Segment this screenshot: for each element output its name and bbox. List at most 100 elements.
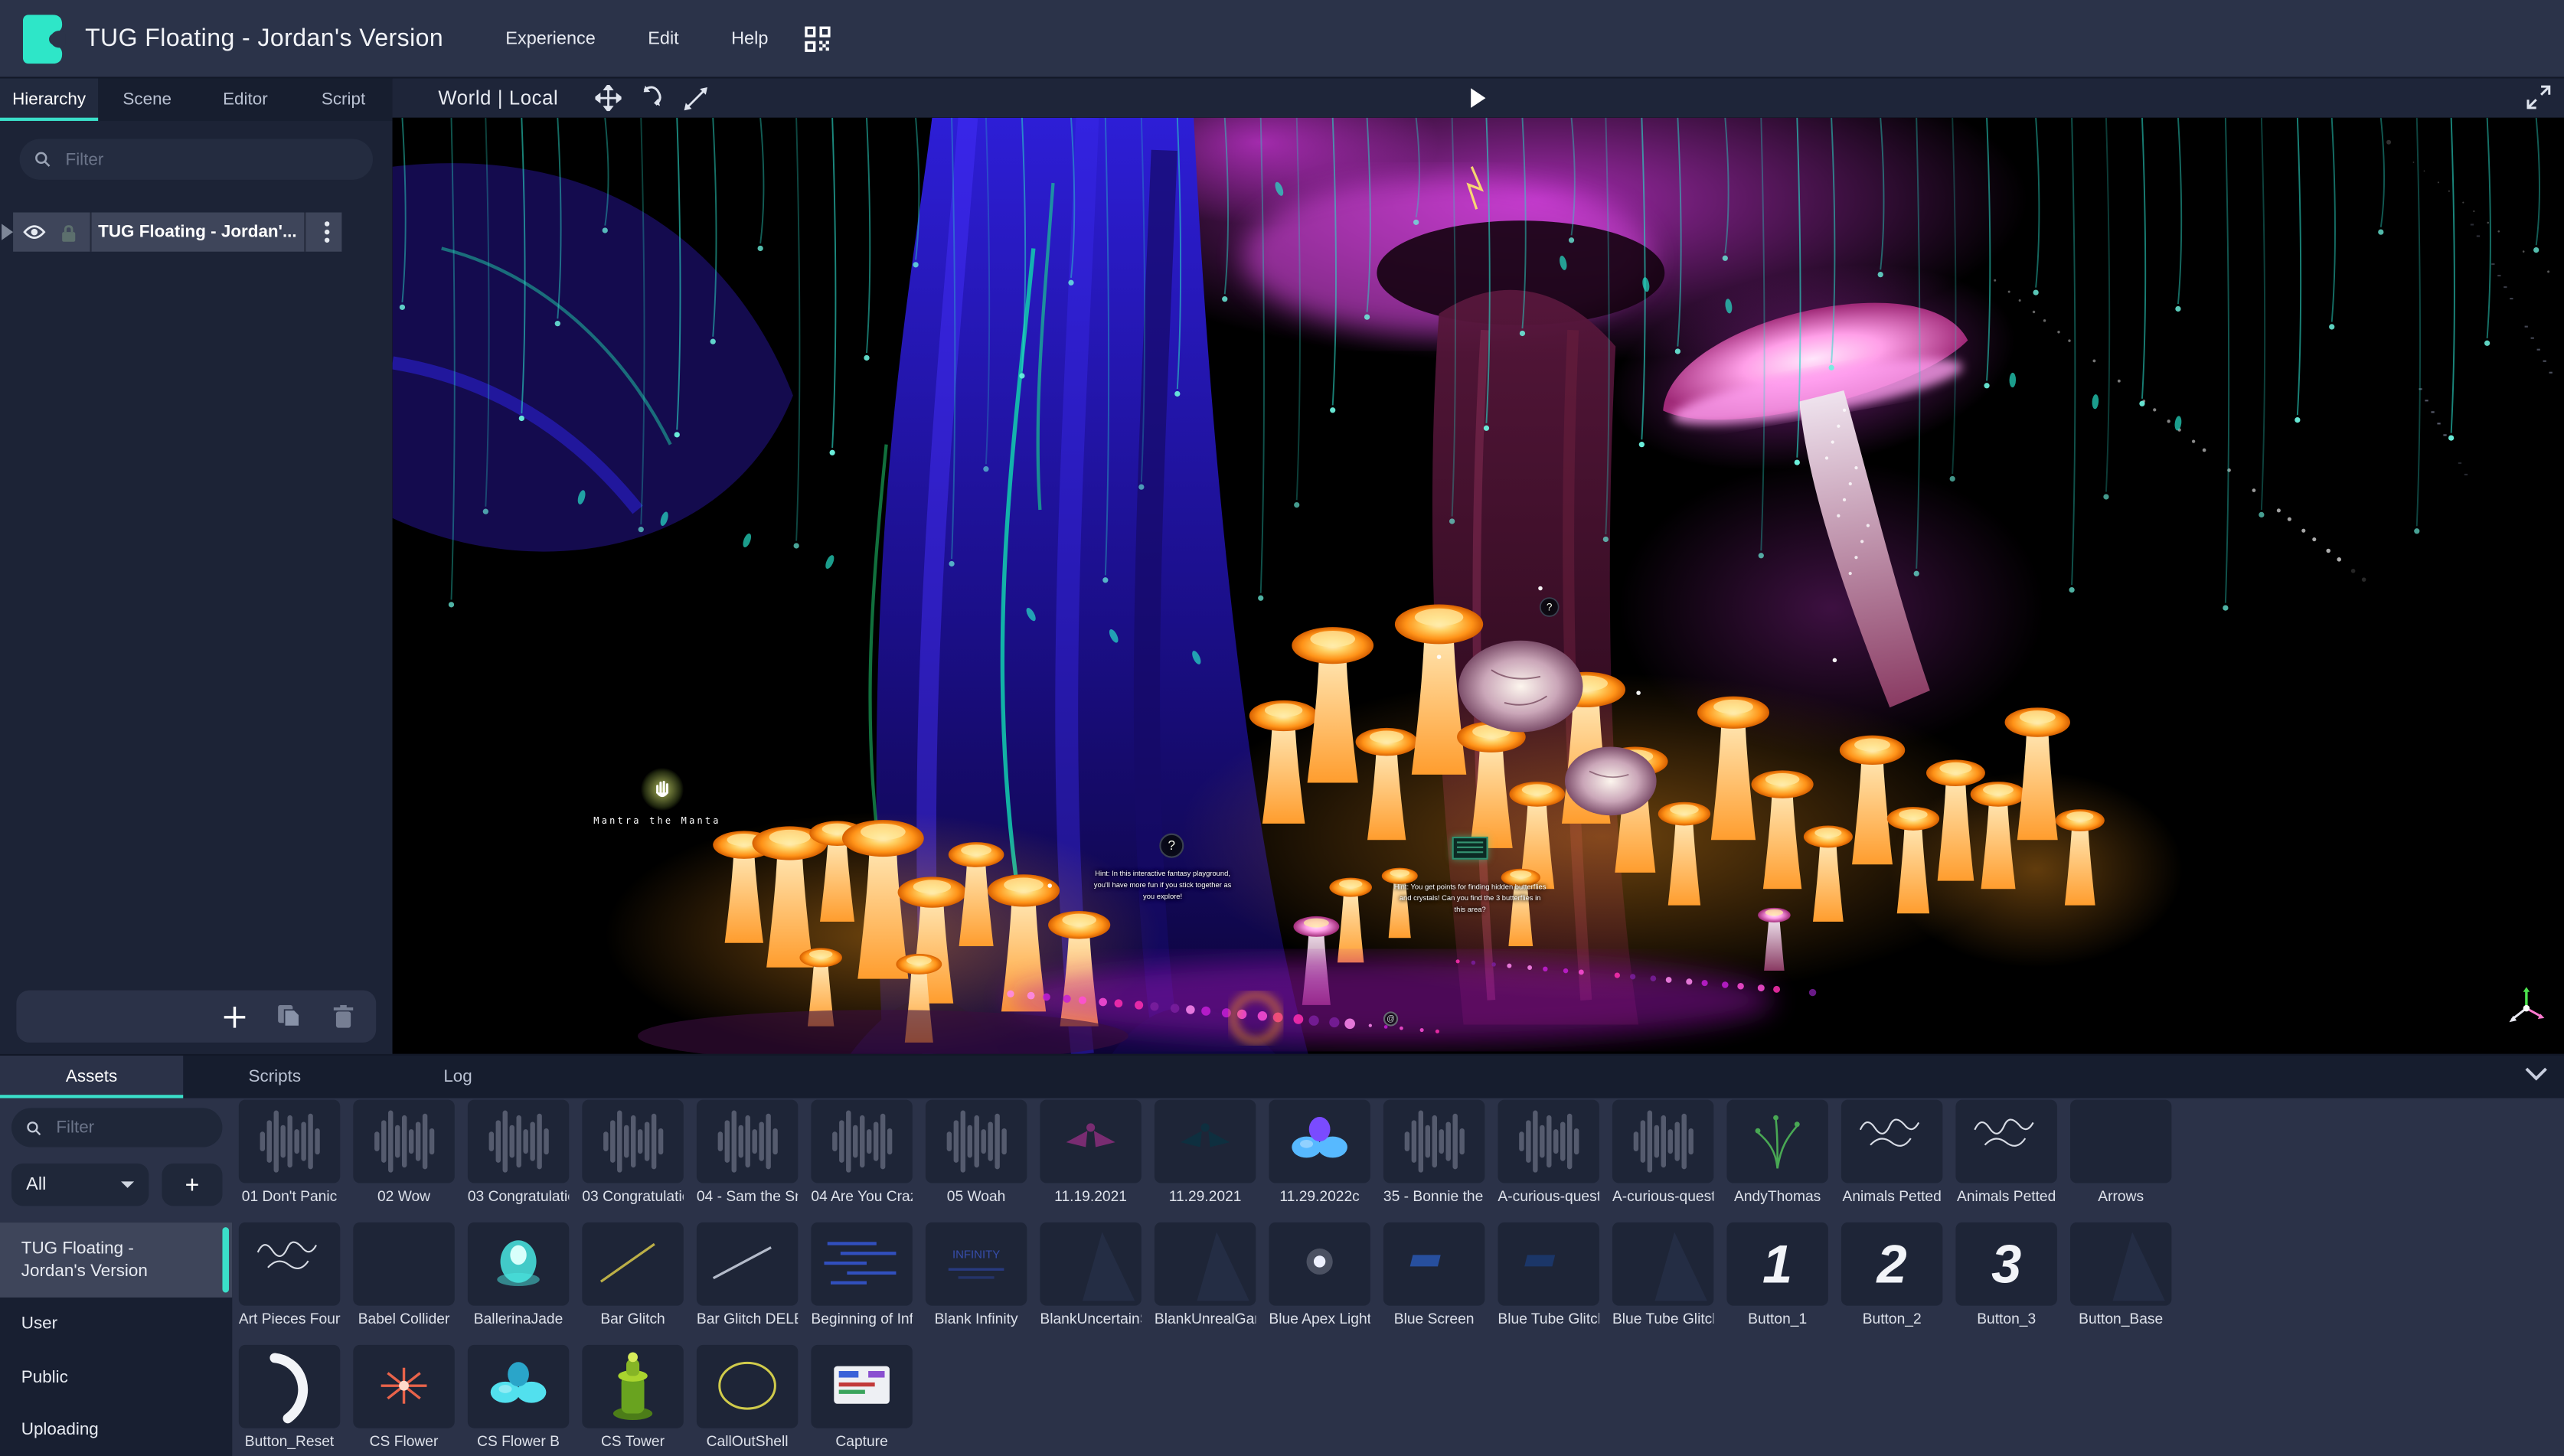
asset-tile[interactable]: CS Flower [353, 1345, 454, 1450]
asset-thumbnail-burst [353, 1345, 454, 1428]
asset-tile[interactable]: INFINITYBlank Infinity [926, 1223, 1027, 1327]
asset-tile[interactable]: Animals Petted [1955, 1100, 2056, 1205]
asset-tile[interactable]: Art Pieces Found [239, 1223, 340, 1327]
lock-icon[interactable] [60, 223, 77, 240]
hierarchy-root-item[interactable]: TUG Floating - Jordan'... [13, 213, 341, 252]
asset-tile[interactable]: BlankUncertainSea [1040, 1223, 1141, 1327]
move-tool-icon[interactable] [594, 85, 620, 111]
asset-tile[interactable]: Animals Petted [1841, 1100, 1942, 1205]
asset-thumbnail-flower [468, 1345, 569, 1428]
tab-scene[interactable]: Scene [98, 78, 196, 121]
asset-tile[interactable]: Blue Apex Light [1269, 1223, 1370, 1327]
asset-tile[interactable]: Button_Base [2070, 1223, 2171, 1327]
hierarchy-filter[interactable] [20, 139, 373, 179]
tab-hierarchy[interactable]: Hierarchy [0, 78, 98, 121]
delete-trash-icon[interactable] [334, 1005, 354, 1028]
hierarchy-item-label: TUG Floating - Jordan'... [98, 222, 297, 242]
asset-tile[interactable]: 04 Are You Crazy [811, 1100, 912, 1205]
asset-tile[interactable]: 03 Congratulations [468, 1100, 569, 1205]
tab-scripts[interactable]: Scripts [183, 1056, 366, 1099]
asset-filter[interactable] [11, 1108, 223, 1147]
asset-tile[interactable]: A-curious-questio... [1612, 1100, 1713, 1205]
asset-tile[interactable]: Capture [811, 1345, 912, 1450]
rotate-tool-icon[interactable] [639, 85, 665, 111]
asset-tile[interactable]: 03 Congratulations [582, 1100, 683, 1205]
asset-label: Bar Glitch DELETE [697, 1311, 798, 1327]
asset-tile[interactable]: Button_Reset [239, 1345, 340, 1450]
hint-question-icon: ? [1159, 834, 1184, 858]
svg-text:1: 1 [1762, 1234, 1792, 1294]
asset-tile[interactable]: 04 - Sam the Snail [697, 1100, 798, 1205]
asset-tile[interactable]: Beginning of Infin... [811, 1223, 912, 1327]
asset-type-dropdown[interactable]: All [11, 1164, 149, 1206]
asset-tile[interactable]: Bar Glitch [582, 1223, 683, 1327]
qr-code-button[interactable] [804, 25, 830, 51]
tab-script[interactable]: Script [294, 78, 392, 121]
category-item-tug-floating-jordan-s-version[interactable]: TUG Floating - Jordan's Version [0, 1223, 232, 1298]
asset-label: Babel Collider [353, 1311, 454, 1327]
asset-label: Blue Tube Glitch [1498, 1311, 1599, 1327]
asset-tile[interactable]: Bar Glitch DELETE [697, 1223, 798, 1327]
coordinate-space-toggle[interactable]: World | Local [438, 87, 558, 109]
asset-tile[interactable]: 02 Wow [353, 1100, 454, 1205]
menu-edit[interactable]: Edit [622, 15, 705, 61]
asset-tile[interactable]: CallOutShell [697, 1345, 798, 1450]
asset-grid-scroll[interactable]: 01 Don't Panic 02 Wow 03 Congratulations 03… [232, 1099, 2564, 1456]
asset-tile[interactable]: Blue Tube Glitch [1612, 1223, 1713, 1327]
asset-tile[interactable]: 3Button_3 [1955, 1223, 2056, 1327]
play-button[interactable] [1471, 88, 1485, 108]
asset-label: 03 Congratulations [468, 1188, 569, 1204]
add-entity-icon[interactable] [224, 1006, 246, 1027]
hierarchy-filter-input[interactable] [62, 148, 358, 171]
menu-experience[interactable]: Experience [479, 15, 622, 61]
kebab-menu-icon[interactable] [323, 220, 330, 243]
tab-editor[interactable]: Editor [196, 78, 294, 121]
asset-tile[interactable]: CS Tower [582, 1345, 683, 1450]
app-logo-icon [23, 14, 66, 63]
asset-tile[interactable]: 11.19.2021 [1040, 1100, 1141, 1205]
tab-assets[interactable]: Assets [0, 1056, 183, 1099]
asset-filter-input[interactable] [53, 1116, 207, 1139]
duplicate-icon[interactable] [278, 1005, 301, 1028]
collapse-panel-chevron-icon[interactable] [2525, 1067, 2548, 1082]
scrollbar-thumb[interactable] [222, 1227, 229, 1292]
asset-tile[interactable]: 11.29.2022c [1269, 1100, 1370, 1205]
scene-3d-render[interactable]: Mantra the Manta ? Hint: In this interac… [393, 118, 2564, 1054]
asset-tile[interactable]: BlankUnrealGard... [1155, 1223, 1256, 1327]
add-asset-button[interactable]: + [162, 1164, 222, 1206]
asset-tile[interactable]: A-curious-questio... [1498, 1100, 1599, 1205]
asset-thumbnail-waveform [1383, 1100, 1485, 1183]
asset-label: Blue Apex Light [1269, 1311, 1370, 1327]
asset-tile[interactable]: 35 - Bonnie the B... [1383, 1100, 1485, 1205]
expand-caret-icon[interactable] [0, 224, 13, 240]
asset-tile[interactable]: Blue Tube Glitch [1498, 1223, 1599, 1327]
asset-thumbnail-waveform [811, 1100, 912, 1183]
scale-tool-icon[interactable] [683, 86, 707, 110]
asset-label: Arrows [2070, 1188, 2171, 1204]
asset-tile[interactable]: BallerinaJade [468, 1223, 569, 1327]
asset-tile[interactable]: 1Button_1 [1726, 1223, 1827, 1327]
asset-thumbnail-tower [582, 1345, 683, 1428]
hint-text-1: Hint: In this interactive fantasy playgr… [1087, 870, 1237, 903]
category-item-user[interactable]: User [0, 1298, 232, 1351]
asset-tile[interactable]: CS Flower B [468, 1345, 569, 1450]
tab-log[interactable]: Log [366, 1056, 549, 1099]
asset-tile[interactable]: AndyThomas [1726, 1100, 1827, 1205]
asset-tile[interactable]: 01 Don't Panic [239, 1100, 340, 1205]
category-item-public[interactable]: Public [0, 1350, 232, 1403]
divider [90, 213, 91, 252]
asset-tile[interactable]: Blue Screen [1383, 1223, 1485, 1327]
asset-tile[interactable]: 2Button_2 [1841, 1223, 1942, 1327]
asset-tile[interactable]: 05 Woah [926, 1100, 1027, 1205]
asset-tile[interactable]: Arrows [2070, 1100, 2171, 1205]
asset-tile[interactable]: Babel Collider [353, 1223, 454, 1327]
asset-tile[interactable]: 11.29.2021 [1155, 1100, 1256, 1205]
hierarchy-tree: TUG Floating - Jordan'... [0, 213, 393, 252]
asset-label: 02 Wow [353, 1188, 454, 1204]
visibility-eye-icon[interactable] [23, 224, 46, 240]
asset-label: BallerinaJade [468, 1311, 569, 1327]
asset-label: A-curious-questio... [1612, 1188, 1713, 1204]
fullscreen-icon[interactable] [2526, 85, 2551, 109]
menu-help[interactable]: Help [705, 15, 795, 61]
category-item-uploading[interactable]: Uploading [0, 1403, 232, 1456]
